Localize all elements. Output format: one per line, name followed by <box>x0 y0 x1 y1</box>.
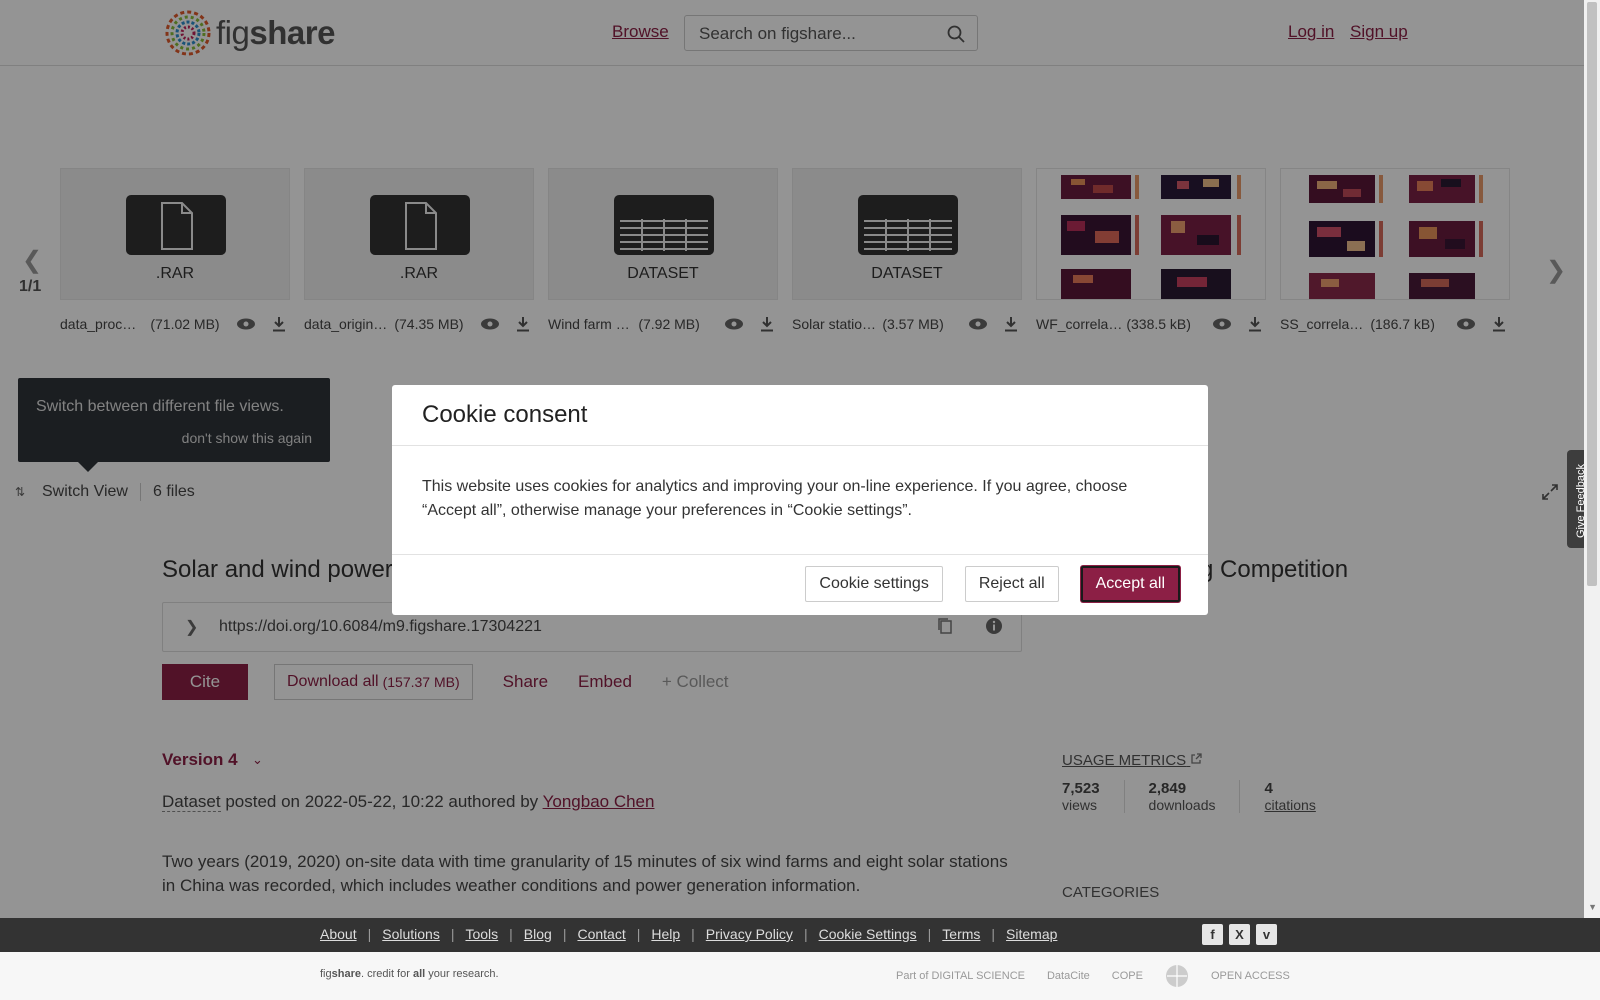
footer-link-solutions[interactable]: Solutions <box>382 926 440 942</box>
reject-all-button[interactable]: Reject all <box>964 566 1059 602</box>
accept-all-button[interactable]: Accept all <box>1080 566 1180 602</box>
footer-tagline: figshare. credit for all your research. <box>320 968 499 980</box>
digital-science-logo[interactable]: Part of DIGITAL SCIENCE <box>896 970 1025 982</box>
footer-bottom: figshare. credit for all your research. … <box>0 952 1600 1000</box>
footer-link-sitemap[interactable]: Sitemap <box>1006 926 1057 942</box>
cookie-settings-button[interactable]: Cookie settings <box>805 566 943 602</box>
scrollbar-thumb[interactable] <box>1587 2 1597 586</box>
cookie-dialog-title: Cookie consent <box>422 401 588 428</box>
datacite-logo[interactable]: DataCite <box>1047 970 1090 982</box>
page-scrollbar[interactable]: ▼ <box>1584 0 1600 918</box>
facebook-icon[interactable]: f <box>1202 924 1223 945</box>
divider <box>392 554 1208 555</box>
cookie-dialog-body: This website uses cookies for analytics … <box>422 478 1128 519</box>
footer-link-help[interactable]: Help <box>651 926 680 942</box>
vimeo-icon[interactable]: v <box>1256 924 1277 945</box>
footer-link-terms[interactable]: Terms <box>942 926 980 942</box>
x-icon[interactable]: X <box>1229 924 1250 945</box>
globe-logo-icon[interactable] <box>1165 964 1189 988</box>
social-links: f X v <box>1202 924 1283 945</box>
divider <box>392 445 1208 446</box>
cope-logo[interactable]: COPE <box>1112 970 1143 982</box>
cookie-dialog-actions: Cookie settings Reject all Accept all <box>783 566 1180 602</box>
footer-link-cookie-settings[interactable]: Cookie Settings <box>819 926 917 942</box>
open-access-logo[interactable]: OPEN ACCESS <box>1211 970 1290 982</box>
footer-link-about[interactable]: About <box>320 926 357 942</box>
footer-link-privacy[interactable]: Privacy Policy <box>706 926 793 942</box>
footer-link-blog[interactable]: Blog <box>524 926 552 942</box>
footer-nav: About | Solutions | Tools | Blog | Contact | … <box>320 926 1058 942</box>
footer-link-tools[interactable]: Tools <box>465 926 498 942</box>
partner-logos: Part of DIGITAL SCIENCE DataCite COPE OP… <box>896 964 1312 988</box>
cookie-consent-dialog: Cookie consent This website uses cookies… <box>392 385 1208 615</box>
scroll-down-arrow-icon[interactable]: ▼ <box>1588 902 1597 912</box>
footer-links-bar: About | Solutions | Tools | Blog | Contact | … <box>0 918 1600 952</box>
footer-link-contact[interactable]: Contact <box>577 926 625 942</box>
